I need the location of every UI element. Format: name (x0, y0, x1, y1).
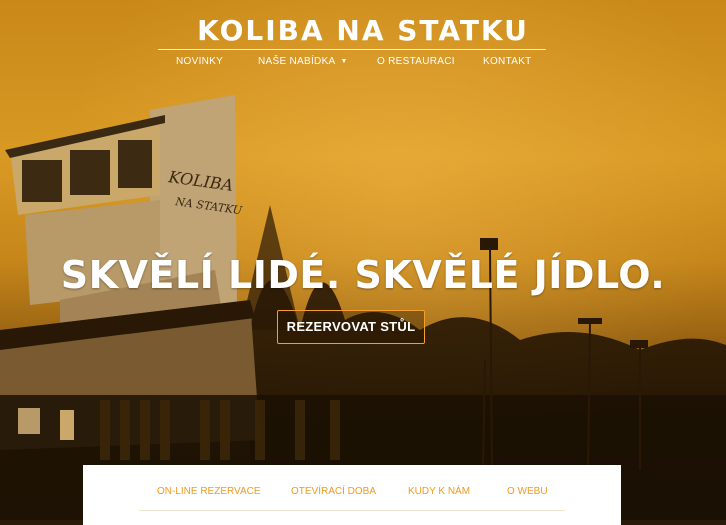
tab-online-rezervace[interactable]: ON-LINE REZERVACE (157, 486, 261, 497)
hero-banner: KOLIBA NA STATKU KOLIBA NA STATKU NOVINK… (0, 0, 726, 520)
tab-oteviraci-doba[interactable]: OTEVÍRACÍ DOBA (291, 486, 376, 497)
nav-item-nase-nabidka[interactable]: NAŠE NABÍDKA ▼ (258, 56, 348, 67)
hero-headline: SKVĚLÍ LIDÉ. SKVĚLÉ JÍDLO. (60, 253, 666, 297)
site-brand-title[interactable]: KOLIBA NA STATKU (0, 14, 726, 47)
main-navigation: NOVINKY NAŠE NABÍDKA ▼ O RESTAURACI KONTA… (0, 56, 726, 72)
tabs-divider (139, 510, 565, 511)
reserve-table-button[interactable]: REZERVOVAT STŮL (277, 310, 425, 344)
nav-item-o-restauraci[interactable]: O RESTAURACI (377, 56, 455, 67)
nav-item-novinky[interactable]: NOVINKY (176, 56, 223, 67)
info-tabs-panel: ON-LINE REZERVACE OTEVÍRACÍ DOBA KUDY K … (83, 465, 621, 525)
tab-kudy-k-nam[interactable]: KUDY K NÁM (408, 486, 470, 497)
tab-o-webu[interactable]: O WEBU (507, 486, 548, 497)
caret-down-icon: ▼ (340, 58, 348, 65)
nav-item-kontakt[interactable]: KONTAKT (483, 56, 532, 67)
brand-divider (158, 49, 546, 50)
nav-item-label: NAŠE NABÍDKA (258, 56, 336, 67)
